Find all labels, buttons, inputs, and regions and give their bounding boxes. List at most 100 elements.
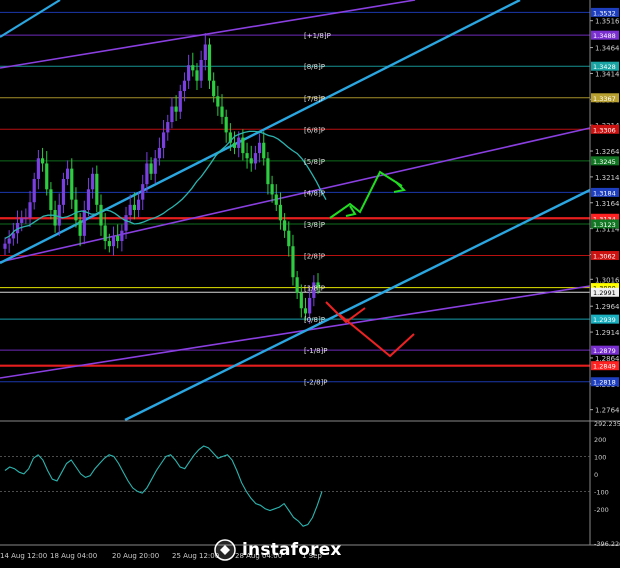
candle-body bbox=[116, 235, 120, 242]
trend-line bbox=[124, 188, 591, 422]
candle-body bbox=[132, 204, 136, 210]
time-axis-label: 18 Aug 04:00 bbox=[50, 552, 97, 560]
candle-body bbox=[24, 217, 28, 219]
candle-body bbox=[174, 106, 178, 112]
candlesticks bbox=[3, 33, 320, 324]
candle-body bbox=[241, 137, 245, 154]
candle-body bbox=[187, 65, 191, 81]
trend-line bbox=[0, 0, 61, 38]
murrey-label: [+1/8]P bbox=[304, 32, 331, 40]
cci-tick-label: 292.2359 bbox=[594, 420, 620, 428]
murrey-label: [3/8]P bbox=[304, 221, 325, 229]
price-level-tag-text: 1.3428 bbox=[593, 63, 616, 71]
candle-body bbox=[278, 204, 283, 221]
cci-line bbox=[4, 445, 323, 527]
price-tick-label: 1.2764 bbox=[595, 407, 620, 415]
price-level-tag-text: 1.3123 bbox=[593, 221, 616, 229]
price-level-tag-text: 1.2939 bbox=[593, 316, 616, 324]
chart-canvas: [+1/8]P [8/8]P [7/8]P [6/8]P [5/8]P [4/8]P [3/… bbox=[0, 0, 620, 560]
candle-body bbox=[107, 241, 111, 247]
candle-body bbox=[128, 204, 132, 216]
candle-body bbox=[7, 238, 11, 244]
price-tick-label: 1.3516 bbox=[595, 18, 620, 26]
price-axis: 1.35161.34641.34141.33641.33141.32641.32… bbox=[0, 0, 620, 546]
candle-body bbox=[245, 153, 249, 159]
candle-body bbox=[295, 277, 299, 293]
candle-body bbox=[249, 158, 253, 164]
price-tick-label: 1.2964 bbox=[595, 303, 620, 311]
candle-body bbox=[274, 194, 278, 205]
level-labels: [+1/8]P [8/8]P [7/8]P [6/8]P [5/8]P [4/8]P [3/… bbox=[304, 32, 331, 387]
candle-body bbox=[237, 137, 241, 148]
candle-body bbox=[3, 243, 7, 249]
candle-body bbox=[270, 184, 274, 195]
candle-body bbox=[32, 178, 36, 203]
candle-body bbox=[74, 199, 78, 221]
candle-body bbox=[216, 96, 220, 107]
candle-body bbox=[91, 173, 95, 190]
candle-body bbox=[95, 173, 99, 205]
murrey-label: [7/8]P bbox=[304, 95, 325, 103]
price-level-tag-text: 1.3367 bbox=[593, 95, 616, 103]
candle-body bbox=[49, 189, 53, 210]
candle-body bbox=[257, 142, 262, 154]
price-tick-label: 1.2914 bbox=[595, 329, 620, 337]
murrey-label: [8/8]P bbox=[304, 63, 325, 71]
candle-body bbox=[99, 204, 103, 226]
candle-body bbox=[262, 142, 266, 159]
price-level-tag-text: 1.2849 bbox=[593, 363, 616, 371]
candle-body bbox=[291, 246, 295, 278]
cci-tick-label: -396.2263 bbox=[594, 540, 620, 548]
candle-body bbox=[303, 308, 308, 314]
candle-body bbox=[61, 178, 66, 205]
candle-body bbox=[103, 225, 107, 242]
murrey-label: [2/8]P bbox=[304, 253, 325, 261]
candle-body bbox=[166, 122, 170, 133]
candle-body bbox=[136, 199, 141, 210]
candle-body bbox=[182, 80, 187, 92]
candle-body bbox=[253, 153, 257, 164]
candle-body bbox=[153, 158, 157, 174]
trend-line bbox=[0, 285, 591, 379]
logo-text: instaforex bbox=[242, 540, 342, 560]
candle-body bbox=[157, 147, 162, 159]
candle-body bbox=[145, 163, 149, 185]
candle-body bbox=[120, 230, 124, 242]
time-axis-label: 14 Aug 12:00 bbox=[0, 552, 47, 560]
murrey-label: [4/8]P bbox=[304, 189, 325, 197]
candle-body bbox=[20, 217, 24, 223]
price-level-tag-text: 1.3532 bbox=[593, 9, 616, 17]
candle-body bbox=[287, 230, 291, 247]
cci-indicator: 292.2359 200 100 0 -100 -200 -396.2263 bbox=[0, 420, 620, 548]
candle-body bbox=[161, 132, 166, 148]
trend-line bbox=[0, 0, 416, 69]
price-level-tag-text: 1.3184 bbox=[593, 189, 616, 197]
price-tick-label: 1.3414 bbox=[595, 70, 620, 78]
price-tick-label: 1.3164 bbox=[595, 200, 620, 208]
murrey-label: [5/8]P bbox=[304, 158, 325, 166]
candle-body bbox=[207, 44, 212, 81]
logo-icon bbox=[214, 539, 236, 561]
candle-body bbox=[232, 142, 237, 148]
cci-tick-label: 200 bbox=[594, 436, 606, 444]
candle-body bbox=[195, 70, 199, 81]
candle-body bbox=[203, 44, 207, 60]
time-axis-label: 25 Aug 12:00 bbox=[172, 552, 219, 560]
candle-body bbox=[308, 297, 312, 314]
candle-body bbox=[266, 158, 270, 185]
price-level-tag-text: 1.2879 bbox=[593, 347, 616, 355]
candle-body bbox=[66, 168, 70, 179]
candle-body bbox=[224, 116, 228, 133]
candle-body bbox=[82, 210, 86, 236]
candle-body bbox=[53, 210, 57, 226]
time-axis-label: 20 Aug 20:00 bbox=[112, 552, 159, 560]
cci-tick-label: -100 bbox=[594, 488, 609, 496]
murrey-label: [1/8]P bbox=[304, 285, 325, 293]
price-level-tag-text: 1.3245 bbox=[593, 158, 616, 166]
candle-body bbox=[111, 235, 116, 247]
candle-body bbox=[191, 65, 195, 71]
price-level-tag-text: 1.2991 bbox=[593, 289, 616, 297]
murrey-label: [-2/8]P bbox=[304, 379, 327, 387]
murrey-label: [6/8]P bbox=[304, 126, 325, 134]
price-tick-label: 1.3214 bbox=[595, 174, 620, 182]
